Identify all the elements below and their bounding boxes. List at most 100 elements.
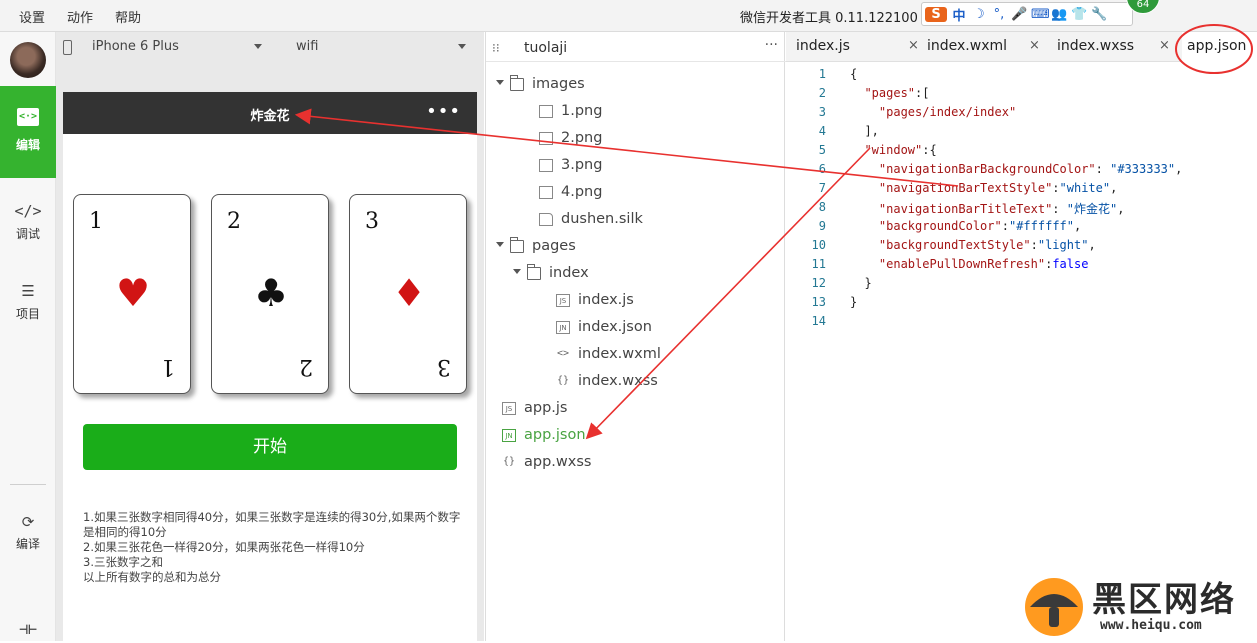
tree-item-label: index.js <box>578 292 634 308</box>
network-select[interactable]: wifi <box>296 39 466 54</box>
tree-file[interactable]: <> index.wxml <box>486 342 786 369</box>
tree-item-label: pages <box>532 238 576 254</box>
line-number: 13 <box>811 295 826 309</box>
line-number: 2 <box>818 86 826 100</box>
chevron-down-icon[interactable] <box>496 242 504 247</box>
json-file-icon: JN <box>502 429 516 442</box>
tab-index-js[interactable]: index.js × <box>796 32 924 62</box>
moon-icon[interactable]: ☽ <box>971 7 987 22</box>
js-file-icon: JS <box>502 402 516 415</box>
avatar[interactable] <box>10 42 46 78</box>
chevron-down-icon <box>458 44 466 49</box>
rule-line: 3.三张数字之和 <box>83 555 163 569</box>
tree-folder[interactable]: images <box>486 72 786 99</box>
nav-item-label: 项目 <box>15 307 40 321</box>
file-tree: ⁝⁝ tuolaji ··· images 1.png 2.png 3.png 4.pn… <box>485 32 786 641</box>
nav-item-bottom[interactable]: ⊣⊢ <box>0 620 56 643</box>
ime-lang-toggle[interactable]: 中 <box>951 5 967 24</box>
user-icon[interactable]: 👥 <box>1051 7 1067 22</box>
tree-item-label: index.wxml <box>578 346 661 362</box>
line-number: 8 <box>818 200 826 214</box>
card-number: 3 <box>365 209 379 234</box>
code-line: "enablePullDownRefresh":false <box>878 257 1089 271</box>
code-line: { <box>850 67 858 81</box>
heart-icon: ♥ <box>115 271 151 315</box>
simulator-panel: iPhone 6 Plus wifi 炸金花 ••• 1 ♥ 1 2 ♣ 2 3… <box>56 32 484 641</box>
network-select-value: wifi <box>296 39 319 54</box>
nav-item-project[interactable]: ☰ 项目 <box>0 282 56 322</box>
app-title: 微信开发者工具 0.11.122100 <box>740 11 918 26</box>
keyboard-icon[interactable]: ⌨ <box>1031 7 1050 22</box>
tree-item-label: index.wxss <box>578 373 658 389</box>
image-file-icon <box>539 105 553 118</box>
editor-tabs: index.js × index.wxml × index.wxss × app… <box>786 32 1257 62</box>
code-line: "navigationBarTitleText": "炸金花", <box>878 202 1125 216</box>
ime-toolbar[interactable]: S 中 ☽ °, 🎤 ⌨ 👥 👕 🔧 <box>921 2 1133 26</box>
phone-icon <box>63 40 72 55</box>
tree-file[interactable]: JS index.js <box>486 288 786 315</box>
device-select[interactable]: iPhone 6 Plus <box>92 39 262 54</box>
close-icon[interactable]: × <box>1159 38 1170 53</box>
rule-line: 2.如果三张花色一样得20分，如果两张花色一样得10分 <box>83 540 365 554</box>
menu-actions[interactable]: 动作 <box>67 7 93 26</box>
tree-item-label: 1.png <box>561 103 603 119</box>
image-file-icon <box>539 132 553 145</box>
more-options-icon[interactable]: ··· <box>765 37 778 53</box>
tree-folder[interactable]: index <box>486 261 786 288</box>
menu-help[interactable]: 帮助 <box>115 7 141 26</box>
tab-label: index.js <box>796 38 850 54</box>
mushroom-logo-icon <box>1025 578 1083 636</box>
code-line: } <box>850 295 858 309</box>
more-icon[interactable]: ••• <box>426 101 461 122</box>
device-select-value: iPhone 6 Plus <box>92 39 179 54</box>
folder-icon <box>526 264 541 280</box>
line-number: 11 <box>811 257 826 271</box>
tree-item-label: 2.png <box>561 130 603 146</box>
code-line: "backgroundColor":"#ffffff", <box>878 219 1082 233</box>
tree-file[interactable]: {} app.wxss <box>486 450 786 477</box>
tree-file[interactable]: 4.png <box>486 180 786 207</box>
chevron-down-icon[interactable] <box>496 80 504 85</box>
wxml-file-icon: <> <box>556 348 570 359</box>
compile-icon: ⟳ <box>21 513 35 531</box>
tab-index-wxss[interactable]: index.wxss × <box>1057 32 1179 62</box>
nav-item-debug[interactable]: </> 调试 <box>0 202 56 242</box>
tree-file[interactable]: 1.png <box>486 99 786 126</box>
playing-card: 1 ♥ 1 <box>73 194 191 394</box>
sogou-logo-icon[interactable]: S <box>925 6 947 22</box>
close-icon[interactable]: × <box>908 38 919 53</box>
menu-settings[interactable]: 设置 <box>19 7 45 26</box>
split-icon: ⊣⊢ <box>18 620 38 638</box>
tree-file[interactable]: JN index.json <box>486 315 786 342</box>
tree-file[interactable]: dushen.silk <box>486 207 786 234</box>
chevron-down-icon[interactable] <box>513 269 521 274</box>
start-button[interactable]: 开始 <box>83 424 457 470</box>
tree-view-icon[interactable]: ⁝⁝ <box>492 41 500 55</box>
tab-app-json[interactable]: app.json <box>1182 32 1257 62</box>
club-icon: ♣ <box>253 271 289 315</box>
tab-index-wxml[interactable]: index.wxml × <box>927 32 1055 62</box>
folder-icon <box>509 75 524 91</box>
tree-file[interactable]: 2.png <box>486 126 786 153</box>
tab-label: index.wxss <box>1057 38 1135 54</box>
card-number: 1 <box>89 209 103 234</box>
tree-file[interactable]: JN app.json <box>486 423 786 450</box>
file-tree-header: ⁝⁝ tuolaji ··· <box>486 32 786 62</box>
tree-item-label: app.wxss <box>524 454 592 470</box>
close-icon[interactable]: × <box>1029 38 1040 53</box>
shirt-icon[interactable]: 👕 <box>1071 7 1087 22</box>
tree-file[interactable]: {} index.wxss <box>486 369 786 396</box>
nav-item-edit[interactable]: <·> 编辑 <box>0 86 56 178</box>
microphone-icon[interactable]: 🎤 <box>1011 7 1027 22</box>
rules-text: 1.如果三张数字相同得40分，如果三张数字是连续的得30分,如果两个数字是相同的… <box>83 510 463 585</box>
tree-folder[interactable]: pages <box>486 234 786 261</box>
punctuation-icon[interactable]: °, <box>991 7 1007 22</box>
wrench-icon[interactable]: 🔧 <box>1091 7 1107 22</box>
playing-card: 3 ♦ 3 <box>349 194 467 394</box>
tab-label: index.wxml <box>927 38 1008 54</box>
tree-file[interactable]: JS app.js <box>486 396 786 423</box>
code-line: "backgroundTextStyle":"light", <box>878 238 1096 252</box>
nav-item-compile[interactable]: ⟳ 编译 <box>0 514 56 552</box>
tree-file[interactable]: 3.png <box>486 153 786 180</box>
nav-item-label: 编译 <box>15 537 40 551</box>
